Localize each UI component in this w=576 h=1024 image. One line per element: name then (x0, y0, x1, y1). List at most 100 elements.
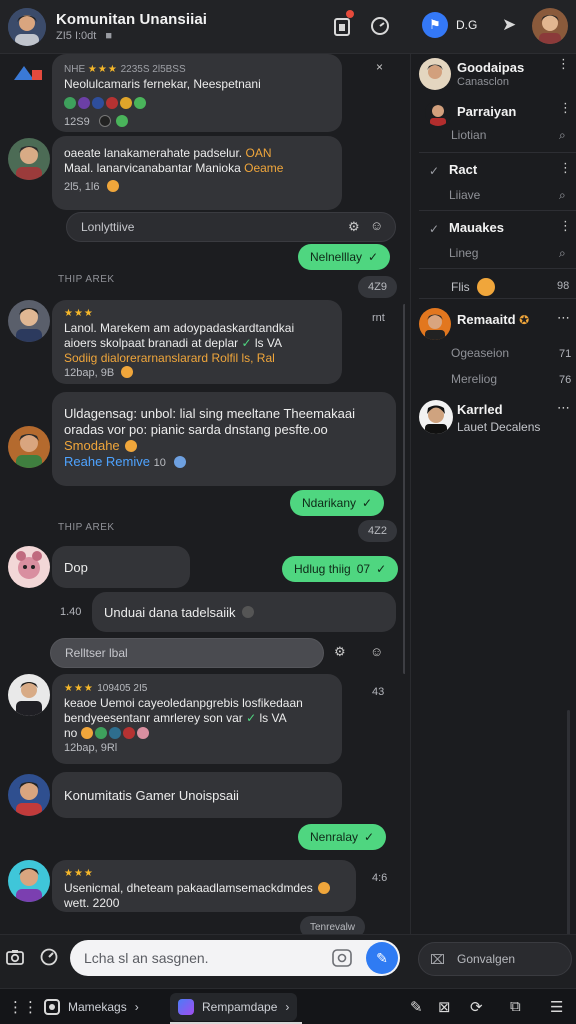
message-time: 2l5, 1l6 (64, 181, 100, 193)
app-root: Komunitan Unansiiai ZI5 I:0dt ■ ⚑ D.G ➤ (0, 0, 576, 1024)
message-text: Uldagensag: unbol: lial sing meeltane Th… (64, 406, 356, 421)
remove-link[interactable]: Reahe Remive (64, 454, 150, 469)
settings-icon[interactable]: ⚙ (334, 644, 346, 660)
rating-stars: ★★★ (64, 868, 94, 879)
emoji (92, 97, 104, 109)
contact-avatar[interactable] (419, 400, 453, 434)
contact-name[interactable]: Karrled (457, 402, 503, 417)
contact-name-text: Remaaitd (457, 312, 516, 327)
timer-icon[interactable] (370, 16, 390, 39)
msg-avatar[interactable] (8, 860, 50, 902)
export-icon[interactable]: ⧉ (510, 998, 521, 1015)
grid-icon[interactable]: ⋮⋮ (8, 998, 38, 1016)
message-bubble: ★★★ 109405 2I5 keaoe Uemoi cayeoledanpgr… (52, 674, 342, 764)
msg-avatar[interactable] (8, 546, 50, 588)
contact-name[interactable]: Mauakes (449, 220, 504, 235)
contact-name[interactable]: Flis (451, 280, 470, 294)
emoji (136, 727, 149, 739)
reply-field[interactable]: Lonlyttiive (66, 212, 396, 242)
pin-icon[interactable]: ➤ (502, 16, 516, 33)
highlight-text: Rolfil ls, Ral (211, 351, 275, 365)
msg-avatar-image (8, 860, 50, 902)
emoji (106, 180, 119, 192)
chat-scrollbar[interactable] (403, 304, 405, 674)
highlight-text: Oeame (244, 161, 284, 175)
tab-label: Mamekags (68, 1000, 127, 1014)
side-time: 4:6 (372, 872, 388, 884)
panel-scroll-edge[interactable] (567, 710, 570, 960)
contact-name[interactable]: Remaaitd ✪ (457, 312, 529, 327)
message-meta: 12S9 (64, 115, 330, 130)
attach-icon[interactable]: ⌕ (559, 188, 566, 203)
msg-avatar-image (8, 426, 50, 468)
msg-avatar[interactable] (8, 774, 50, 816)
message-text: oaeate lanakamerahate padselur. (64, 146, 243, 160)
msg-avatar[interactable] (8, 426, 50, 468)
top-right-label: D.G (456, 18, 478, 32)
msg-avatar[interactable] (8, 300, 50, 342)
more-options-icon[interactable]: ⋮ (559, 100, 572, 116)
flag-icon[interactable]: ⚑ (422, 12, 448, 38)
message-time: 109405 2I5 (97, 683, 148, 694)
close-icon[interactable]: × (376, 60, 383, 74)
message-text: Dop (64, 559, 88, 575)
image-icon[interactable] (332, 949, 352, 970)
menu-icon[interactable]: ☰ (550, 998, 563, 1016)
contact-avatar[interactable] (419, 58, 451, 90)
notification-icon[interactable] (334, 16, 350, 39)
msg-avatar-image (8, 138, 50, 180)
rating-stars: ★★★ (64, 683, 94, 694)
emoji (121, 366, 134, 378)
contact-avatar[interactable] (419, 308, 451, 340)
contact-avatar[interactable] (425, 100, 451, 126)
pill-text: Hdlug thiig (294, 562, 351, 576)
tab-active[interactable]: Rempamdape › (170, 993, 298, 1021)
user-avatar[interactable] (532, 8, 568, 44)
attachment-icon[interactable]: ⌧ (430, 952, 445, 968)
message-bubble: Uldagensag: unbol: lial sing meeltane Th… (52, 392, 396, 486)
top-bar: Komunitan Unansiiai ZI5 I:0dt ■ ⚑ D.G ➤ (0, 0, 576, 54)
composer-bar: Lcha sl an sasgnen. ✎ Gonvalgen ⌧ (0, 934, 576, 988)
send-button[interactable]: ✎ (366, 942, 398, 974)
msg-avatar[interactable] (8, 62, 50, 84)
emoji (80, 727, 93, 739)
pen-icon[interactable]: ✎ (410, 998, 423, 1016)
sent-message-pill: Ndarikany ✓ (290, 490, 385, 516)
record-icon (44, 999, 60, 1015)
tab-messages[interactable]: Mamekags › (36, 993, 147, 1021)
message-bubble: Dop (52, 546, 190, 588)
rating-stars: ★★★ (64, 308, 94, 319)
reply-field[interactable]: Relltser lbal (50, 638, 324, 668)
expand-icon[interactable]: ⊠ (438, 998, 451, 1016)
message-text: wett. 2200 (64, 896, 120, 910)
more-options-icon[interactable]: ⋮ (559, 218, 572, 234)
compass-icon[interactable] (40, 948, 58, 969)
contact-avatar-image (419, 308, 451, 340)
more-options-icon[interactable]: ⋯ (557, 400, 570, 416)
more-options-icon[interactable]: ⋯ (557, 310, 570, 326)
attach-icon[interactable]: ⌕ (559, 128, 566, 143)
emoji (318, 882, 331, 894)
contact-name[interactable]: Parraiyan (457, 104, 516, 119)
contact-name[interactable]: Ract (449, 162, 477, 177)
camera-icon[interactable] (6, 949, 24, 970)
message-text: Maal. lanarvicanabantar Manioka (64, 161, 241, 175)
more-options-icon[interactable]: ⋮ (557, 56, 570, 72)
msg-avatar-image (8, 674, 50, 716)
msg-avatar[interactable] (8, 674, 50, 716)
attach-icon[interactable]: ⌕ (559, 246, 566, 261)
settings-icon[interactable]: ⚙ (348, 219, 360, 235)
check-icon: ✓ (429, 222, 440, 236)
refresh-icon[interactable]: ⟳ (470, 998, 483, 1016)
message-text: Usenicmal, dheteam pakaadlamsemackdmdes (64, 881, 313, 895)
app-icon (178, 999, 194, 1015)
msg-avatar[interactable] (8, 138, 50, 180)
group-avatar[interactable] (8, 8, 46, 46)
message-highlight-line: Smodahe (64, 438, 384, 454)
emoji-icon[interactable]: ☺ (370, 218, 383, 233)
contact-name[interactable]: Goodaipas (457, 60, 524, 75)
emoji-icon[interactable]: ☺ (370, 644, 383, 659)
more-options-icon[interactable]: ⋮ (559, 160, 572, 176)
message-text: Konumitatis Gamer Unoispsaii (64, 787, 239, 803)
chat-subtitle-text: ZI5 I:0dt (56, 30, 97, 42)
